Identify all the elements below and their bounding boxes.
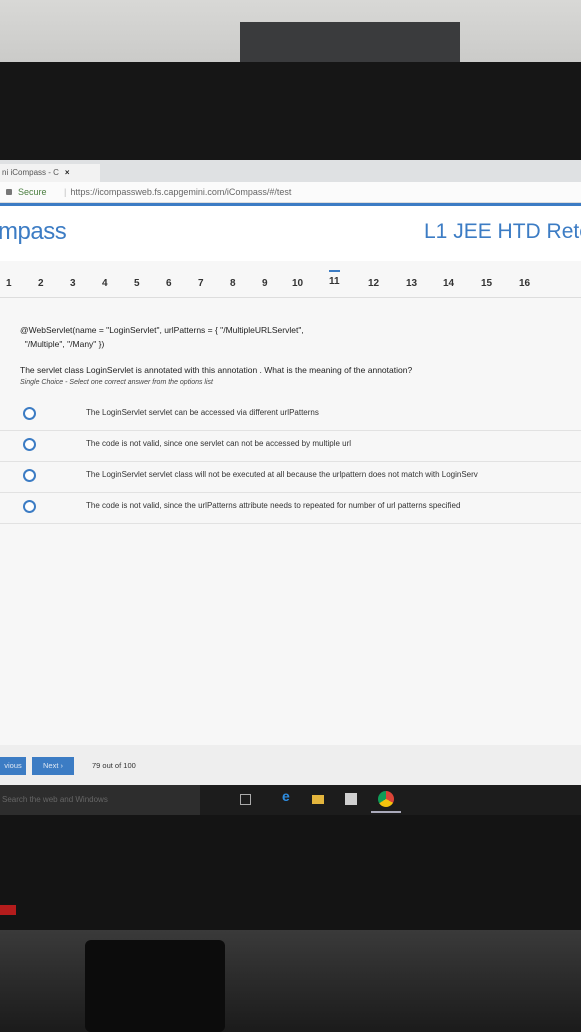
answer-option[interactable]: The code is not valid, since one servlet… bbox=[0, 431, 581, 462]
answer-option[interactable]: The LoginServlet servlet can be accessed… bbox=[0, 400, 581, 431]
store-icon[interactable] bbox=[345, 793, 357, 805]
radio-button[interactable] bbox=[23, 438, 36, 451]
edge-icon[interactable]: e bbox=[282, 788, 290, 804]
question-number-7[interactable]: 7 bbox=[198, 278, 204, 289]
question-number-15[interactable]: 15 bbox=[481, 278, 492, 289]
task-view-icon[interactable] bbox=[240, 794, 251, 805]
option-label: The LoginServlet servlet can be accessed… bbox=[86, 408, 319, 417]
answer-option[interactable]: The code is not valid, since the urlPatt… bbox=[0, 493, 581, 524]
browser-tab[interactable]: ni iCompass - C × bbox=[0, 164, 100, 182]
url-text[interactable]: | https://icompassweb.fs.capgemini.com/iC… bbox=[64, 182, 291, 202]
windows-taskbar: Search the web and Windows e bbox=[0, 785, 581, 815]
divider bbox=[0, 297, 581, 298]
background-wall bbox=[0, 0, 581, 70]
monitor-bezel-bottom bbox=[0, 815, 581, 935]
question-number-2[interactable]: 2 bbox=[38, 278, 44, 289]
radio-button[interactable] bbox=[23, 469, 36, 482]
question-number-4[interactable]: 4 bbox=[102, 278, 108, 289]
taskbar-search-input[interactable]: Search the web and Windows bbox=[0, 785, 200, 815]
app-logo: mpass bbox=[0, 218, 67, 245]
question-code: @WebServlet(name = "LoginServlet", urlPa… bbox=[20, 325, 304, 349]
question-hint: Single Choice - Select one correct answe… bbox=[20, 379, 213, 386]
monitor-screen: ni iCompass - C × Secure | https://icompas… bbox=[0, 160, 581, 815]
question-number-10[interactable]: 10 bbox=[292, 278, 303, 289]
monitor-bezel-top bbox=[0, 62, 581, 162]
question-number-12[interactable]: 12 bbox=[368, 278, 379, 289]
radio-button[interactable] bbox=[23, 500, 36, 513]
question-number-14[interactable]: 14 bbox=[443, 278, 454, 289]
address-bar[interactable]: Secure | https://icompassweb.fs.capgemini… bbox=[0, 182, 581, 203]
question-number-11[interactable]: 11 bbox=[329, 270, 340, 287]
option-label: The code is not valid, since the urlPatt… bbox=[86, 501, 461, 510]
question-number-16[interactable]: 16 bbox=[519, 278, 530, 289]
question-number-8[interactable]: 8 bbox=[230, 278, 236, 289]
question-number-9[interactable]: 9 bbox=[262, 278, 268, 289]
previous-button[interactable]: vious bbox=[0, 757, 26, 775]
folder-icon[interactable] bbox=[312, 795, 324, 804]
question-number-1[interactable]: 1 bbox=[6, 278, 12, 289]
option-label: The code is not valid, since one servlet… bbox=[86, 439, 352, 448]
radio-button[interactable] bbox=[23, 407, 36, 420]
tab-title: ni iCompass - C bbox=[2, 168, 59, 177]
option-label: The LoginServlet servlet class will not … bbox=[86, 470, 478, 479]
secure-label: Secure bbox=[18, 187, 47, 197]
question-number-5[interactable]: 5 bbox=[134, 278, 140, 289]
active-app-indicator bbox=[371, 811, 401, 813]
question-navigator: 1 2 3 4 5 6 7 8 9 10 11 12 13 14 15 16 bbox=[0, 270, 581, 298]
lock-icon bbox=[6, 189, 12, 195]
question-number-6[interactable]: 6 bbox=[166, 278, 172, 289]
power-led bbox=[0, 905, 16, 915]
progress-text: 79 out of 100 bbox=[92, 761, 136, 770]
next-button[interactable]: Next › bbox=[32, 757, 74, 775]
question-number-13[interactable]: 13 bbox=[406, 278, 417, 289]
app-header: mpass L1 JEE HTD Rete bbox=[0, 203, 581, 261]
answer-option[interactable]: The LoginServlet servlet class will not … bbox=[0, 462, 581, 493]
test-title: L1 JEE HTD Rete bbox=[424, 220, 581, 243]
chrome-icon[interactable] bbox=[378, 791, 394, 807]
tab-close-icon[interactable]: × bbox=[65, 168, 70, 177]
question-number-3[interactable]: 3 bbox=[70, 278, 76, 289]
question-text: The servlet class LoginServlet is annota… bbox=[20, 365, 413, 375]
browser-tab-bar: ni iCompass - C × bbox=[0, 160, 581, 182]
footer-bar: vious Next › 79 out of 100 bbox=[0, 745, 581, 785]
background-object bbox=[240, 22, 460, 62]
monitor-stand bbox=[85, 940, 225, 1032]
